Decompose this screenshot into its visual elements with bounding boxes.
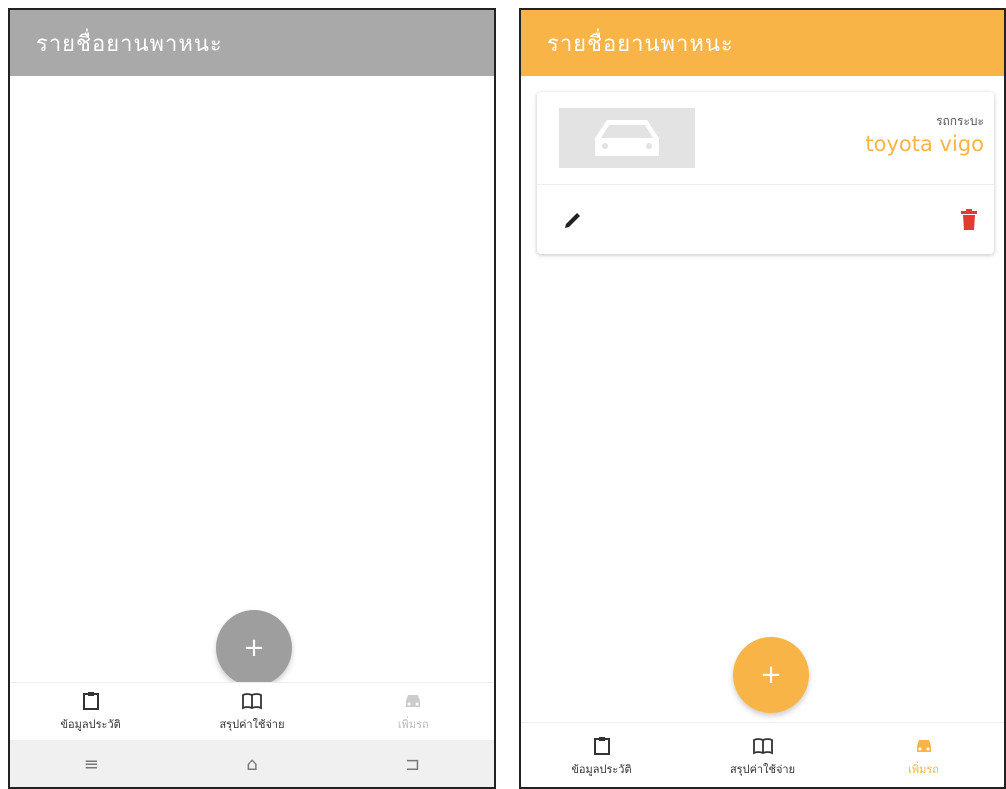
nav-label-history: ข้อมูลประวัติ	[571, 762, 632, 776]
nav-item-add-car[interactable]: เพิ่มรถ	[843, 723, 1004, 787]
page-title: รายชื่อยานพาหนะ	[36, 31, 223, 57]
car-icon	[916, 739, 931, 752]
add-vehicle-fab[interactable]: +	[733, 637, 809, 713]
app-bar: รายชื่อยานพาหนะ	[521, 10, 1004, 76]
nav-item-add-car[interactable]: เพิ่มรถ	[333, 683, 494, 741]
book-icon	[752, 737, 773, 754]
book-icon	[242, 693, 262, 710]
car-placeholder-icon	[595, 120, 659, 156]
delete-icon[interactable]	[958, 208, 980, 232]
back-icon[interactable]: ⊐	[405, 754, 420, 775]
app-bar: รายชื่อยานพาหนะ	[10, 10, 494, 76]
nav-label-expenses: สรุปค่าใช้จ่าย	[219, 718, 285, 731]
vehicle-name: toyota vigo	[865, 132, 984, 156]
clipboard-icon	[593, 736, 610, 755]
nav-label-add-car: เพิ่มรถ	[908, 762, 939, 776]
edit-icon[interactable]	[563, 210, 583, 230]
phone-screen-vehicle-list: รายชื่อยานพาหนะ รถกระบะ toyota vigo + ข้…	[519, 8, 1006, 789]
vehicle-card[interactable]: รถกระบะ toyota vigo	[537, 92, 994, 254]
bottom-navigation: ข้อมูลประวัติ สรุปค่าใช้จ่าย เพิ่มรถ	[521, 722, 1004, 787]
nav-item-history[interactable]: ข้อมูลประวัติ	[521, 723, 682, 787]
car-icon	[406, 695, 421, 707]
phone-screen-empty: รายชื่อยานพาหนะ + ข้อมูลประวัติ สรุปค่าใ…	[8, 8, 496, 789]
menu-icon[interactable]: ≡	[84, 754, 99, 775]
nav-label-history: ข้อมูลประวัติ	[60, 718, 121, 731]
nav-label-expenses: สรุปค่าใช้จ่าย	[729, 762, 796, 776]
nav-item-history[interactable]: ข้อมูลประวัติ	[10, 683, 171, 741]
car-thumbnail	[559, 108, 695, 168]
clipboard-icon	[82, 692, 99, 710]
page-title: รายชื่อยานพาหนะ	[547, 31, 734, 57]
nav-label-add-car: เพิ่มรถ	[397, 718, 429, 731]
add-vehicle-fab[interactable]: +	[216, 610, 292, 686]
nav-item-expenses[interactable]: สรุปค่าใช้จ่าย	[682, 723, 843, 787]
nav-item-expenses[interactable]: สรุปค่าใช้จ่าย	[171, 683, 332, 741]
system-navigation-bar: ≡ ⌂ ⊐	[10, 740, 494, 787]
vehicle-type: รถกระบะ	[936, 114, 984, 128]
vehicle-card-header: รถกระบะ toyota vigo	[537, 92, 994, 185]
bottom-navigation: ข้อมูลประวัติ สรุปค่าใช้จ่าย เพิ่มรถ	[10, 682, 494, 741]
home-icon[interactable]: ⌂	[246, 754, 257, 775]
